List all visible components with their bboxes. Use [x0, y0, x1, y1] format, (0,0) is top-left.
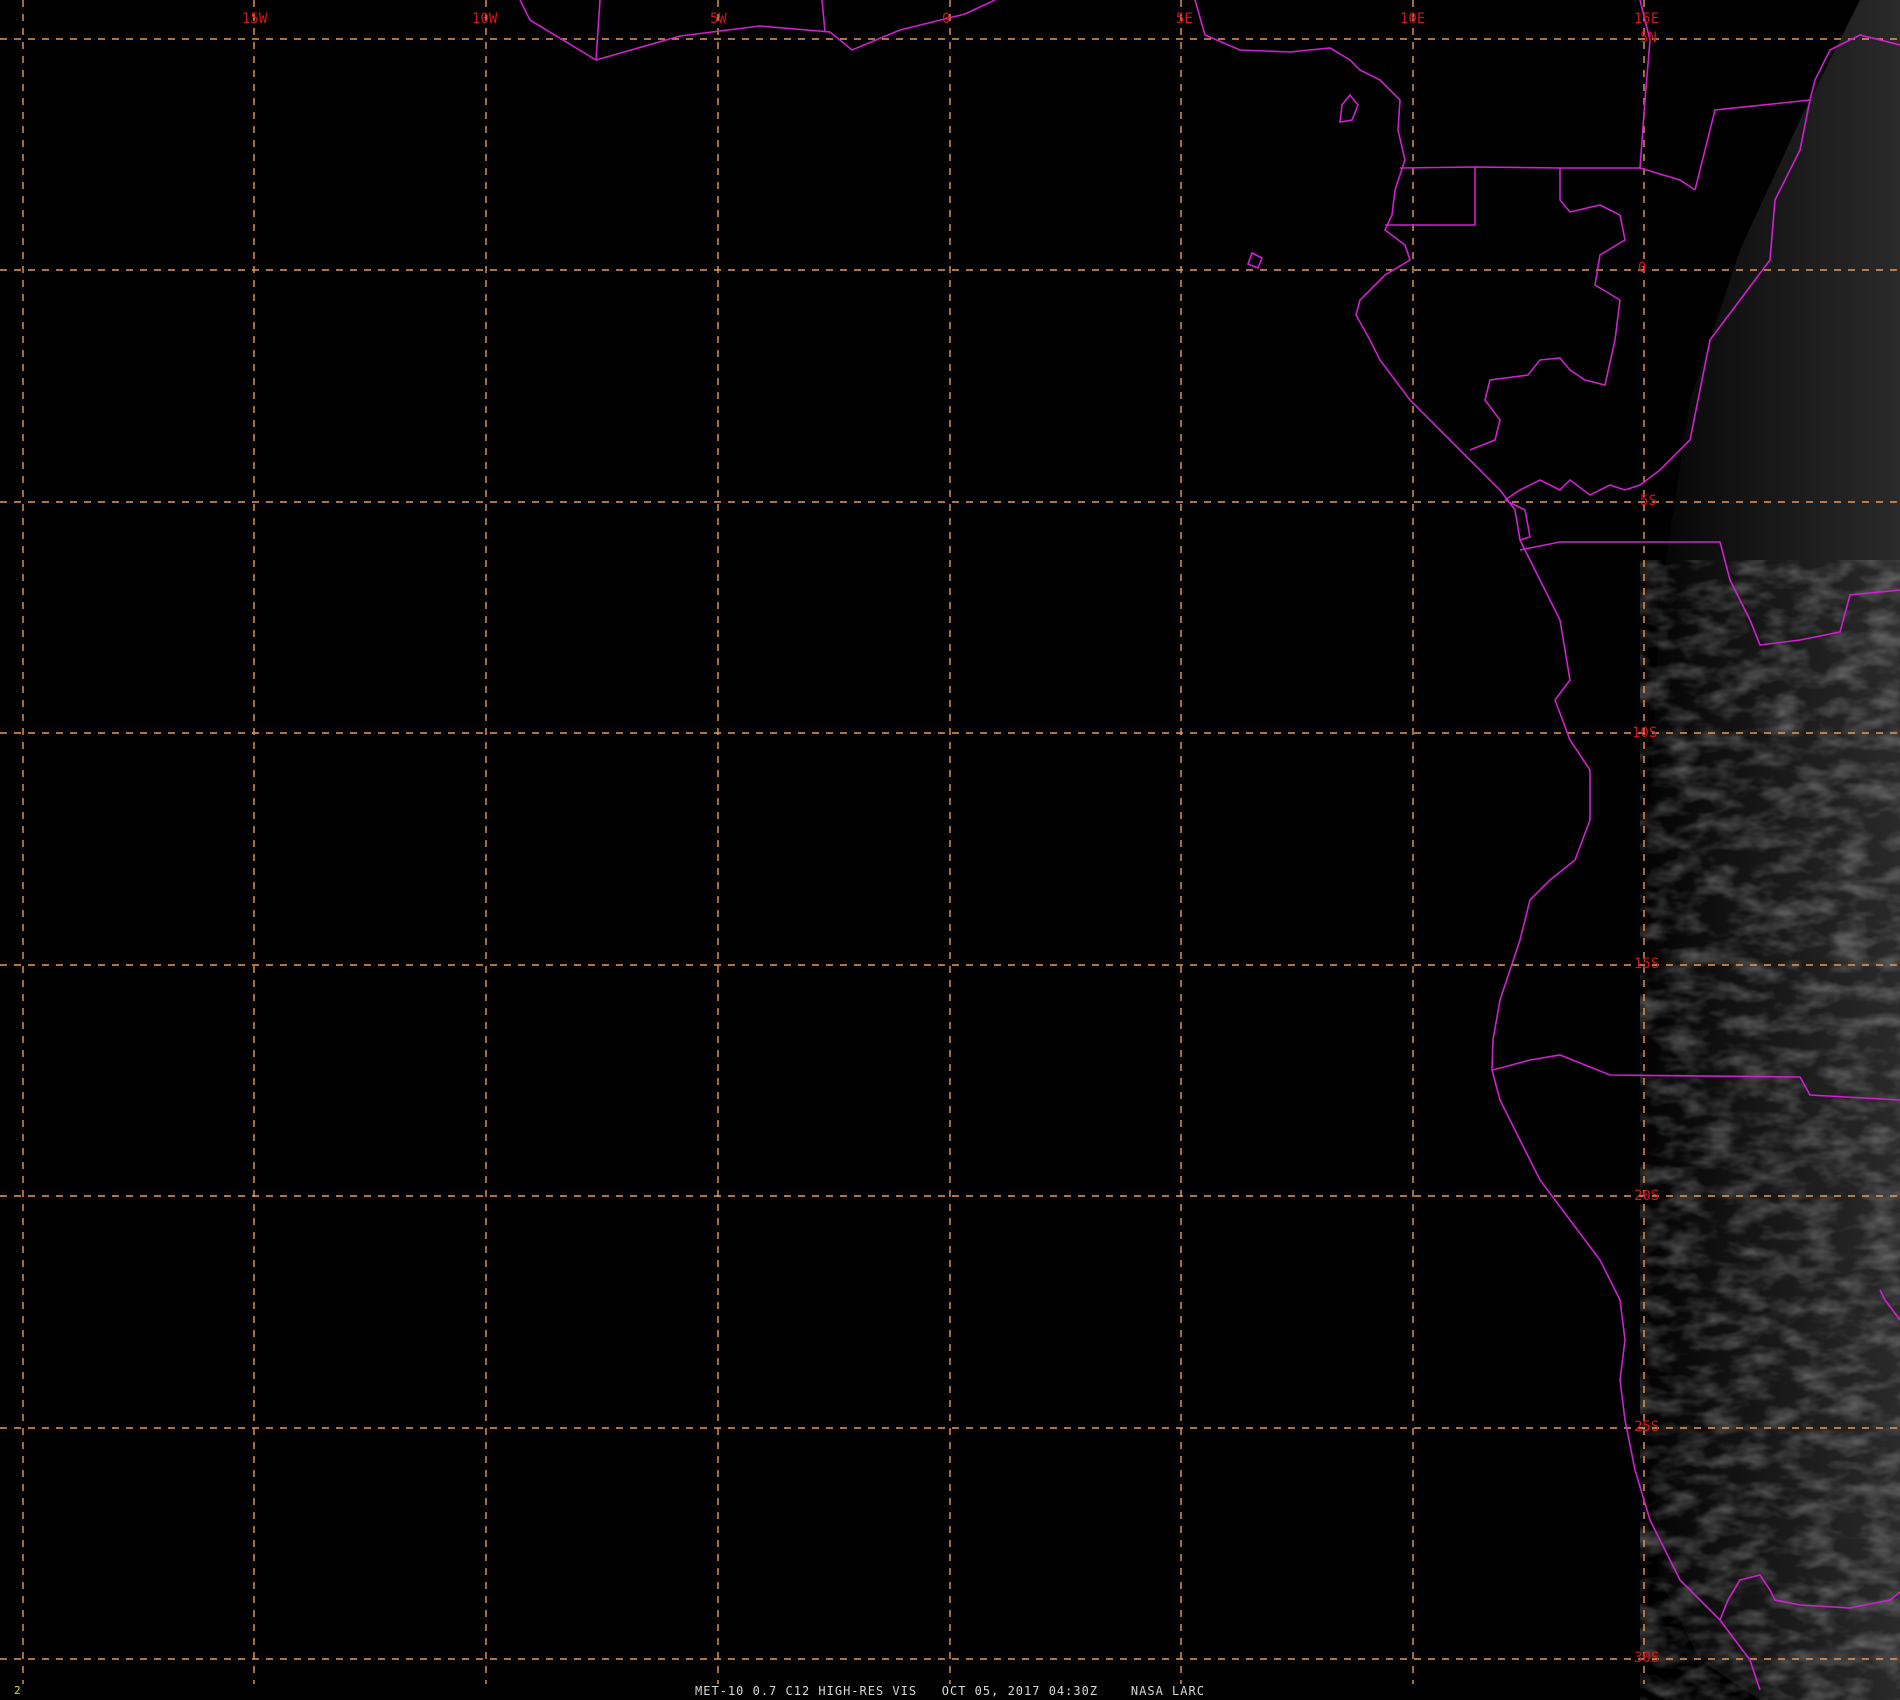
lon-label: 0: [942, 11, 950, 27]
lat-label: 5N: [1640, 30, 1657, 46]
satellite-map: 15W 10W 5W 0 5E 10E 15E 5N 0 5S 10S 15S …: [0, 0, 1900, 1700]
lon-label: 15W: [242, 11, 268, 27]
lat-label: 10S: [1632, 725, 1657, 741]
lat-label: 0: [1638, 260, 1646, 276]
lat-label: 15S: [1634, 956, 1659, 972]
lon-label: 15E: [1634, 11, 1659, 27]
lat-label: 5S: [1640, 493, 1657, 509]
lon-label: 10E: [1400, 11, 1425, 27]
lon-label: 5W: [710, 11, 727, 27]
cloud-texture: [1640, 560, 1900, 1700]
lat-label: 25S: [1634, 1419, 1659, 1435]
lon-label: 5E: [1176, 11, 1193, 27]
lat-label: 30S: [1634, 1650, 1659, 1666]
image-caption: MET-10 0.7 C12 HIGH-RES VIS OCT 05, 2017…: [695, 1684, 1205, 1698]
lat-label: 20S: [1634, 1188, 1659, 1204]
lon-label: 10W: [472, 11, 498, 27]
